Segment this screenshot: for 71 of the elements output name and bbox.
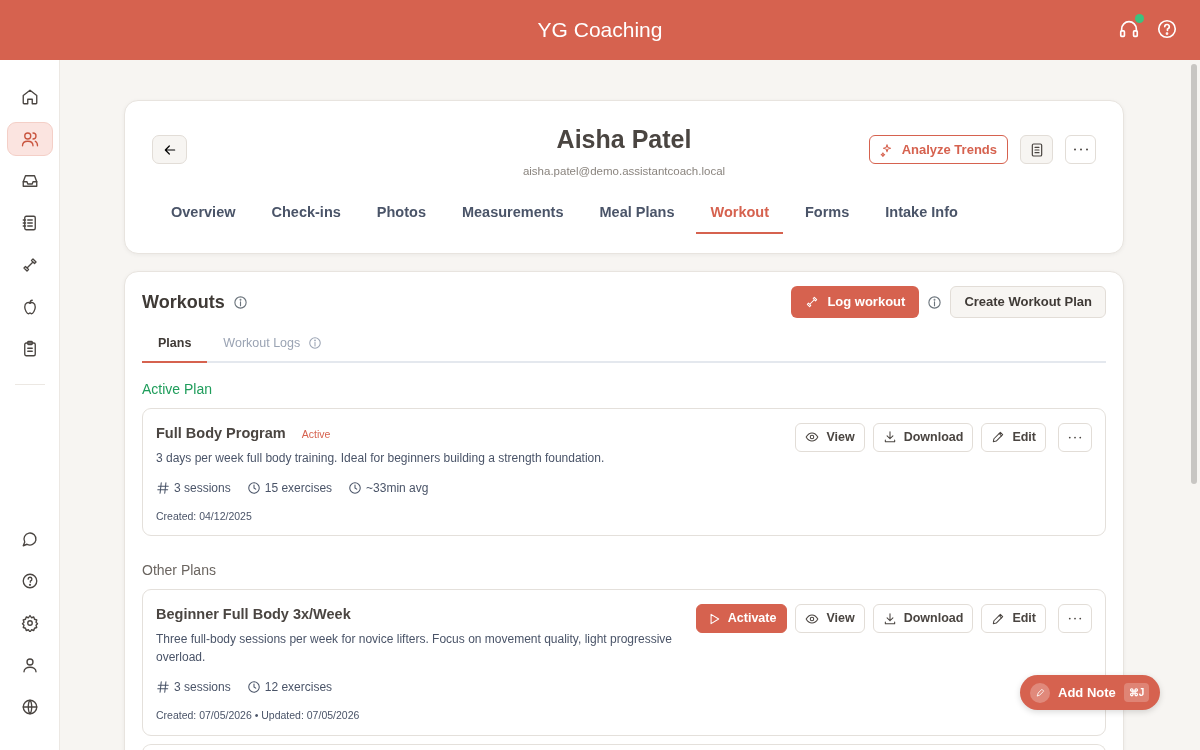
more-icon [1072,148,1089,151]
view-button[interactable]: View [795,422,865,452]
status-label: Active [301,426,331,442]
analyze-trends-button[interactable]: Analyze Trends [868,135,1008,164]
view-button[interactable]: View [795,604,865,634]
eye-icon [805,430,820,445]
plan-title: Full Body Program [156,423,286,443]
tab[interactable]: Overview [157,195,250,234]
inbox-icon [20,172,39,190]
plan-description: Three full-body sessions per week for novice lifters. Focus on movement quality, light progressive overload. [156,631,673,666]
plan-stat: ~33min avg [366,479,429,497]
app-title: YG Coaching [537,17,663,44]
pencil-icon [1034,687,1046,698]
user-icon [20,656,39,674]
plan-dates: Created: 04/12/2025 [156,508,253,524]
sparkle-icon [879,142,894,157]
pencil-icon [991,430,1006,445]
info-icon [232,294,248,310]
plan-description: 3 days per week full body training. Ideal for beginners building a strength foundation. [156,449,606,467]
tab[interactable]: Forms [791,195,864,234]
clock-icon [348,480,363,495]
log-workout-button[interactable]: Log workout [791,286,920,318]
clock-icon [246,680,261,694]
more-icon [1068,435,1082,439]
tab[interactable]: Intake Info [871,195,972,234]
activate-button[interactable]: Activate [695,604,788,634]
client-name: Aisha Patel [556,124,692,155]
tab[interactable]: Meal Plans [585,195,689,234]
tab[interactable]: Workout [696,195,783,234]
plan-dates: Created: 07/05/2026 • Updated: 07/05/2026 [156,708,361,723]
client-email: aisha.patel@demo.assistantcoach.local [522,163,726,179]
create-plan-button[interactable]: Create Workout Plan [950,286,1106,318]
download-icon [882,611,897,626]
help-icon [1156,18,1178,41]
tab[interactable]: Photos [362,195,440,234]
dumbbell-icon [805,295,820,309]
settings-icon [20,614,39,632]
notes-button[interactable] [1020,135,1053,164]
info-icon [927,294,943,310]
home-icon [20,88,39,106]
globe-icon [20,698,39,716]
plan-stat: 12 exercises [264,679,333,696]
plan-stat: 3 sessions [174,679,231,696]
chat-icon [20,530,39,548]
tab[interactable]: Measurements [447,195,578,234]
more-icon [1068,617,1082,621]
shortcut-hint: ⌘J [1123,683,1150,702]
section-heading: Active Plan [142,379,214,399]
section-heading: Other Plans [142,561,217,581]
plan-title: Beginner Full Body 3x/Week [156,605,351,625]
download-button[interactable]: Download [872,604,974,634]
tab[interactable]: Check-ins [257,195,355,234]
edit-button[interactable]: Edit [981,422,1046,452]
add-note-button[interactable]: Add Note ⌘J [1020,675,1161,710]
section-title: Workouts [142,290,225,314]
notebook-icon [20,214,39,232]
help-icon [20,572,39,590]
back-button[interactable] [152,135,187,164]
hash-icon [156,480,170,495]
eye-icon [805,611,820,626]
plan-stat: 3 sessions [174,479,231,497]
users-icon [20,130,39,148]
plan-stat: 15 exercises [264,479,333,497]
download-icon [882,430,897,445]
download-button[interactable]: Download [872,422,974,452]
pencil-icon [991,611,1006,626]
edit-button[interactable]: Edit [981,604,1046,634]
tab[interactable]: Plans [142,326,208,363]
scrollbar-thumb[interactable] [1191,64,1197,484]
hash-icon [156,680,170,694]
clock-icon [246,480,261,495]
